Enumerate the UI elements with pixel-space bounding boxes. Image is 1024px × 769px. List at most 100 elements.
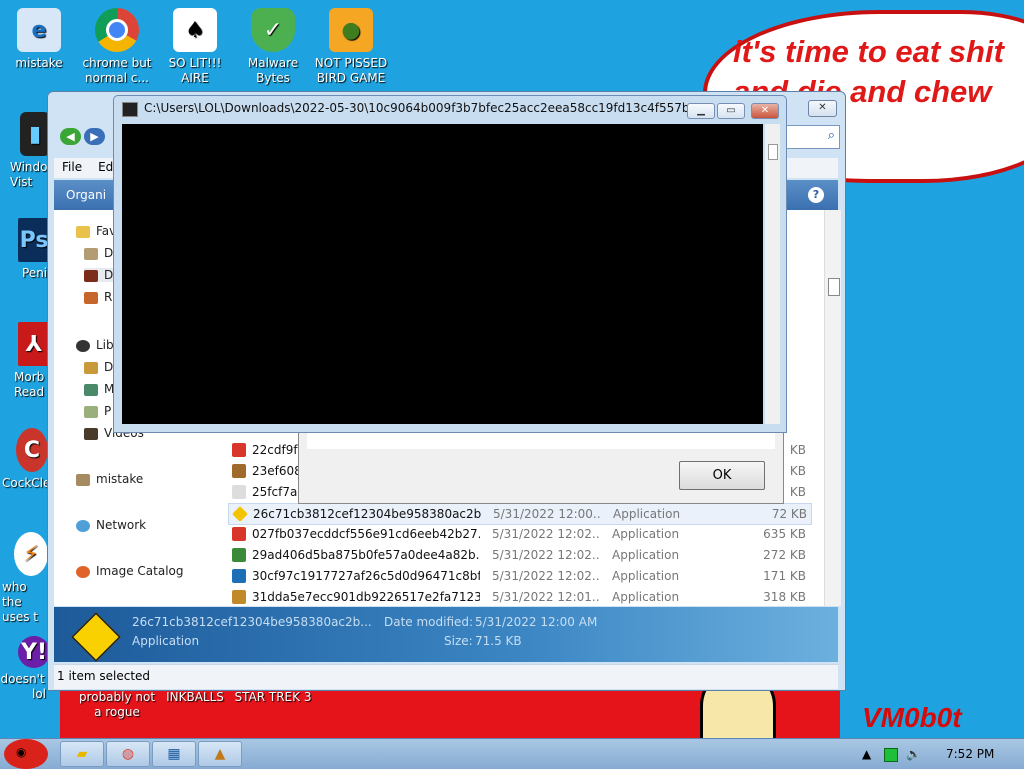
desktop-icon-star-trek[interactable]: STAR TREK 3 xyxy=(234,690,312,705)
nav-pictures[interactable]: P xyxy=(84,404,111,418)
desktop-icon-solitaire[interactable]: ♠ SO LIT!!! AIRE xyxy=(156,8,234,86)
pictures-icon xyxy=(84,405,98,418)
ie-folder-icon: e xyxy=(17,8,61,52)
desktop-icon-morbid-reader[interactable]: ⅄ Morb Read xyxy=(14,322,50,400)
desktop-icon-mistake[interactable]: e mistake xyxy=(0,8,78,71)
file-size: 72 KB xyxy=(771,507,807,521)
file-size: KB xyxy=(789,464,806,478)
taskbar-chrome-button[interactable]: ◍ xyxy=(106,741,150,767)
file-type: Application xyxy=(613,507,681,521)
table-row[interactable]: 29ad406d5ba875b0fe57a0dee4a82b... 5/31/2… xyxy=(228,545,810,565)
file-size: 171 KB xyxy=(763,569,806,583)
table-row[interactable]: 31dda5e7ecc901db9226517e2fa7123... 5/31/… xyxy=(228,587,810,607)
file-list-scrollbar[interactable] xyxy=(824,210,841,606)
nav-documents[interactable]: D xyxy=(84,360,113,374)
close-icon: ✕ xyxy=(818,102,827,113)
desktop-icon-label: Peni xyxy=(22,266,48,280)
console-scrollbar[interactable] xyxy=(765,124,780,424)
desktop-icon-bird-game[interactable]: ● NOT PISSED BIRD GAME xyxy=(312,8,390,86)
organize-button[interactable]: Organi xyxy=(66,188,106,202)
file-type: Application xyxy=(612,527,680,541)
file-icon xyxy=(232,506,248,522)
help-icon[interactable]: ? xyxy=(808,187,824,203)
volume-icon[interactable]: 🔈 xyxy=(906,747,921,761)
nav-favorites[interactable]: Fav xyxy=(76,224,116,238)
start-button[interactable]: ◉ xyxy=(4,739,48,769)
ps-icon: Ps xyxy=(18,218,50,262)
console-app-icon xyxy=(122,102,138,117)
file-icon xyxy=(232,569,246,583)
desktop-icon-label: STAR TREK 3 xyxy=(234,690,312,704)
details-file-type: Application xyxy=(132,634,200,648)
file-size: 272 KB xyxy=(763,548,806,562)
videos-icon xyxy=(84,427,98,440)
maximize-button[interactable]: ▭ xyxy=(717,103,745,119)
ok-button[interactable]: OK xyxy=(679,461,765,490)
taskbar: ◉ ▰ ◍ ▦ ▲ ▲ 🔈 7:52 PM xyxy=(0,738,1024,769)
nav-label: Lib xyxy=(96,338,114,352)
desktop-icon-label: Morb Read xyxy=(14,370,45,399)
broom-icon: C xyxy=(16,428,48,472)
file-date: 5/31/2022 12:02... xyxy=(492,527,600,541)
show-hidden-icons-icon[interactable]: ▲ xyxy=(862,747,871,761)
scrollbar-thumb[interactable] xyxy=(828,278,840,296)
file-name: 30cf97c1917727af26c5d0d96471c8bf... xyxy=(252,569,480,583)
desktop-icon-cockcleaner[interactable]: C CockCle xyxy=(2,428,50,491)
explorer-close-button[interactable]: ✕ xyxy=(808,100,837,117)
nav-label: Network xyxy=(96,518,147,532)
desktop-icon-winamp[interactable]: ⚡ who the uses t xyxy=(2,532,48,625)
desktop-icon-malwarebytes[interactable]: ✓ Malware Bytes xyxy=(234,8,312,86)
nav-image-catalog[interactable]: Image Catalog xyxy=(76,564,183,578)
libraries-icon xyxy=(76,339,90,352)
file-date: 5/31/2022 12:02... xyxy=(492,569,600,583)
network-tray-icon[interactable] xyxy=(884,748,898,762)
back-button[interactable]: ◀ xyxy=(60,128,81,145)
desktop-icon-photoshop[interactable]: Ps Peni xyxy=(14,218,50,281)
taskbar-app-button[interactable]: ▲ xyxy=(198,741,242,767)
nav-recent[interactable]: R xyxy=(84,290,112,304)
file-type: Application xyxy=(612,548,680,562)
minimize-button[interactable]: ▁ xyxy=(687,103,715,119)
file-size: KB xyxy=(789,485,806,499)
details-size-value: 71.5 KB xyxy=(475,634,522,648)
nav-homegroup[interactable]: mistake xyxy=(76,472,143,486)
back-arrow-icon: ◀ xyxy=(66,130,75,143)
nav-libraries[interactable]: Lib xyxy=(76,338,114,352)
folder-icon: ▰ xyxy=(76,746,88,762)
file-type: Application xyxy=(612,590,680,604)
forward-button[interactable]: ▶ xyxy=(84,128,105,145)
console-output[interactable] xyxy=(122,124,763,424)
table-row[interactable]: 027fb037ecddcf556e91cd6eeb42b27... 5/31/… xyxy=(228,524,810,544)
nav-network[interactable]: Network xyxy=(76,518,146,532)
desktop-icon-label: NOT PISSED BIRD GAME xyxy=(314,56,388,85)
console-close-button[interactable]: ✕ xyxy=(751,103,779,119)
taskbar-console-button[interactable]: ▦ xyxy=(152,741,196,767)
file-size: 318 KB xyxy=(763,590,806,604)
desktop-icon-label: INKBALLS xyxy=(166,690,224,704)
menu-file[interactable]: File xyxy=(54,158,90,176)
recent-icon xyxy=(84,291,98,304)
pdf-icon: ⅄ xyxy=(18,322,50,366)
taskbar-explorer-button[interactable]: ▰ xyxy=(60,741,104,767)
desktop-icon-label: Malware Bytes xyxy=(247,56,299,85)
table-row[interactable]: 30cf97c1917727af26c5d0d96471c8bf... 5/31… xyxy=(228,566,810,586)
clock[interactable]: 7:52 PM xyxy=(946,747,994,761)
desktop-icon-label: mistake xyxy=(15,56,63,70)
message-box: OK xyxy=(298,431,784,504)
file-date: 5/31/2022 12:02... xyxy=(492,548,600,562)
nav-music[interactable]: M xyxy=(84,382,114,396)
details-file-name: 26c71cb3812cef12304be958380ac2b... xyxy=(132,615,372,629)
desktop-icon-windows-vista[interactable]: ▮ Windo Vist xyxy=(10,112,50,190)
desktop-icon-rogue[interactable]: probably not a rogue xyxy=(78,690,156,720)
file-icon xyxy=(232,527,246,541)
desktop-icon-label: SO LIT!!! AIRE xyxy=(168,56,222,85)
console-title: C:\Users\LOL\Downloads\2022-05-30\10c906… xyxy=(144,101,701,115)
nav-label: R xyxy=(104,290,113,304)
nav-label: mistake xyxy=(96,472,144,486)
desktop-icon-inkballs[interactable]: INKBALLS xyxy=(156,690,234,705)
nav-label: D xyxy=(104,360,114,374)
table-row-selected[interactable]: 26c71cb3812cef12304be958380ac2b... 5/31/… xyxy=(228,503,812,525)
nav-desktop[interactable]: D xyxy=(84,246,113,260)
desktop-icon-chrome[interactable]: chrome but normal c... xyxy=(78,8,156,86)
scrollbar-thumb[interactable] xyxy=(768,144,778,160)
